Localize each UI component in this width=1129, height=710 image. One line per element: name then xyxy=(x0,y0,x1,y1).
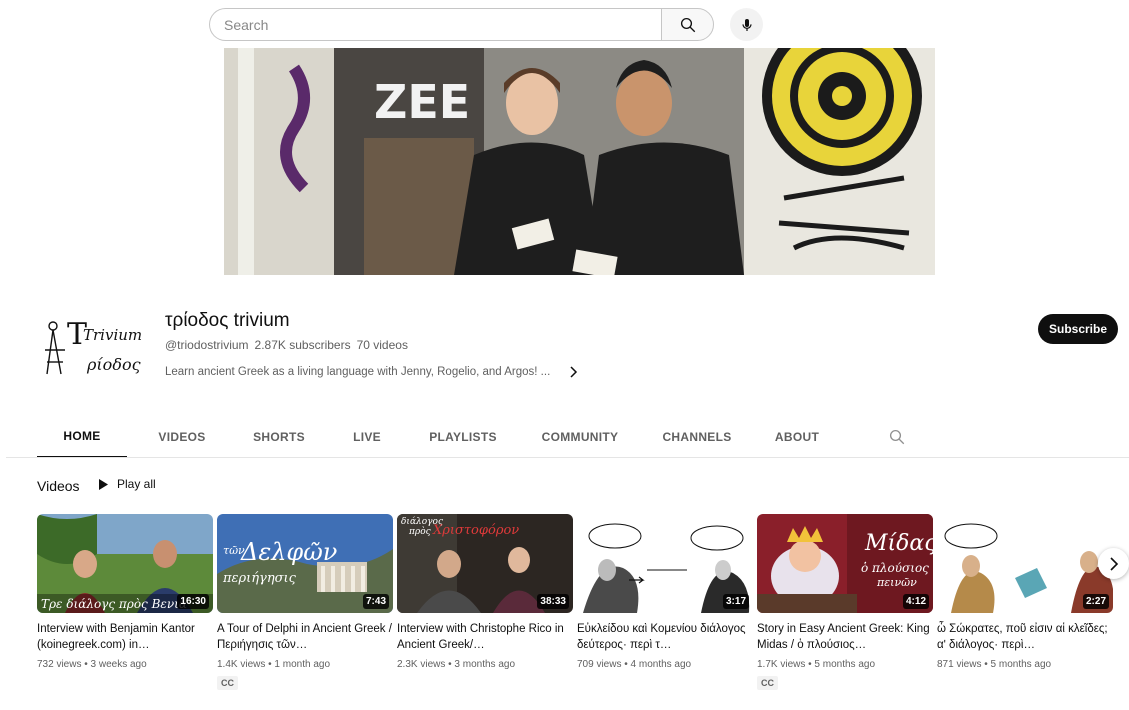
video-duration: 7:43 xyxy=(362,594,389,609)
microphone-icon xyxy=(741,18,752,31)
tabs-divider xyxy=(6,457,1129,458)
video-thumbnail[interactable]: τῶν Δελφῶν περιήγησις 7:43 xyxy=(217,514,393,613)
video-thumbnail[interactable]: 2:27 xyxy=(937,514,1113,613)
video-card[interactable]: Μίδας ὁ πλούσιος πεινῶν 4:12 Story in Ea… xyxy=(757,514,933,691)
video-count: 70 videos xyxy=(356,338,408,352)
video-thumbnail[interactable]: Τρε διάλογς πρὸς Βενια 16:30 xyxy=(37,514,213,613)
chevron-right-icon xyxy=(570,366,578,378)
video-title[interactable]: A Tour of Delphi in Ancient Greek / Περι… xyxy=(217,621,393,653)
video-title[interactable]: Story in Easy Ancient Greek: King Midas … xyxy=(757,621,933,653)
video-thumbnail-text: Χριστοφόρον xyxy=(432,523,519,538)
search-box[interactable] xyxy=(209,8,661,41)
video-duration: 4:12 xyxy=(902,594,929,609)
closed-captions-badge: CC xyxy=(217,676,238,690)
search-icon xyxy=(889,429,905,445)
search-input[interactable] xyxy=(224,16,661,33)
search-button[interactable] xyxy=(661,8,714,41)
avatar-text-top: Τrivium xyxy=(83,326,142,344)
video-thumbnail-text: Μίδας xyxy=(864,531,933,556)
tab-playlists[interactable]: PLAYLISTS xyxy=(413,416,513,458)
video-card[interactable]: τῶν Δελφῶν περιήγησις 7:43 A Tour of Del… xyxy=(217,514,393,691)
search-bar xyxy=(209,8,763,41)
channel-search-button[interactable] xyxy=(888,428,906,451)
tab-channels[interactable]: CHANNELS xyxy=(647,416,747,458)
video-meta: 2.3K views • 3 months ago xyxy=(397,659,516,670)
tab-about[interactable]: ABOUT xyxy=(759,416,835,458)
video-thumbnail-text: ὁ πλούσιος xyxy=(861,561,929,575)
subscribe-button[interactable]: Subscribe xyxy=(1038,314,1118,344)
video-title[interactable]: Interview with Christophe Rico in Ancien… xyxy=(397,621,573,653)
search-icon xyxy=(680,17,695,32)
video-card[interactable]: Τρε διάλογς πρὸς Βενια 16:30 Interview w… xyxy=(37,514,213,691)
video-duration: 38:33 xyxy=(537,594,569,609)
video-thumbnail-text: πρὸς xyxy=(408,526,432,537)
video-card[interactable]: 3:17 Εὐκλείδου καὶ Κομενίου διάλογος δεύ… xyxy=(577,514,753,691)
voice-search-button[interactable] xyxy=(730,8,763,41)
video-thumbnail-text: Δελφῶν xyxy=(240,538,337,566)
tab-videos[interactable]: VIDEOS xyxy=(135,416,229,458)
video-meta: 1.4K views • 1 month ago xyxy=(217,659,331,670)
video-thumbnail[interactable]: Μίδας ὁ πλούσιος πεινῶν 4:12 xyxy=(757,514,933,613)
tab-shorts[interactable]: SHORTS xyxy=(237,416,321,458)
closed-captions-badge: CC xyxy=(757,676,778,690)
video-shelf: Τρε διάλογς πρὸς Βενια 16:30 Interview w… xyxy=(37,514,1113,691)
subscriber-count: 2.87K subscribers xyxy=(254,338,351,352)
video-card[interactable]: διάλογος πρὸς Χριστοφόρον 38:33 Intervie… xyxy=(397,514,573,691)
video-thumbnail[interactable]: 3:17 xyxy=(577,514,753,613)
video-title[interactable]: Interview with Benjamin Kantor (koinegre… xyxy=(37,621,213,653)
channel-description-text: Learn ancient Greek as a living language… xyxy=(165,366,551,378)
video-duration: 2:27 xyxy=(1082,594,1109,609)
video-title[interactable]: ὦ Σώκρατες, ποῦ εἰσιν αἱ κλεῖδες; αʹ διά… xyxy=(937,621,1113,653)
video-card[interactable]: 2:27 ὦ Σώκρατες, ποῦ εἰσιν αἱ κλεῖδες; α… xyxy=(937,514,1113,691)
channel-banner: ZEE xyxy=(224,48,935,275)
tab-live[interactable]: LIVE xyxy=(333,416,401,458)
chevron-right-icon xyxy=(1109,556,1118,571)
video-duration: 16:30 xyxy=(177,594,209,609)
section-title: Videos xyxy=(37,478,80,494)
channel-name: τρίοδος trivium xyxy=(165,310,290,331)
play-all-button[interactable]: Play all xyxy=(97,477,156,491)
play-icon xyxy=(99,478,108,490)
video-meta: 1.7K views • 5 months ago xyxy=(757,659,876,670)
channel-meta: @triodostrivium 2.87K subscribers 70 vid… xyxy=(165,338,408,352)
video-thumbnail[interactable]: διάλογος πρὸς Χριστοφόρον 38:33 xyxy=(397,514,573,613)
channel-avatar[interactable]: Τ Τrivium ρίοδος xyxy=(37,310,145,384)
video-meta: 871 views • 5 months ago xyxy=(937,659,1052,670)
svg-text:ZEE: ZEE xyxy=(374,75,470,129)
channel-handle: @triodostrivium xyxy=(165,338,249,352)
video-thumbnail-text: Τρε διάλογς πρὸς Βενια xyxy=(41,597,187,611)
tab-home[interactable]: HOME xyxy=(37,416,127,458)
shelf-next-button[interactable] xyxy=(1098,548,1129,579)
play-all-label: Play all xyxy=(117,477,156,491)
channel-tabs: HOME VIDEOS SHORTS LIVE PLAYLISTS COMMUN… xyxy=(37,416,835,458)
tab-community[interactable]: COMMUNITY xyxy=(525,416,635,458)
video-thumbnail-text: περιήγησις xyxy=(222,571,297,586)
video-meta: 709 views • 4 months ago xyxy=(577,659,692,670)
video-title[interactable]: Εὐκλείδου καὶ Κομενίου διάλογος δεύτερος… xyxy=(577,621,753,653)
video-meta: 732 views • 3 weeks ago xyxy=(37,659,147,670)
channel-description[interactable]: Learn ancient Greek as a living language… xyxy=(165,366,578,378)
video-thumbnail-text: πεινῶν xyxy=(876,576,917,589)
avatar-text-bottom: ρίοδος xyxy=(86,355,141,374)
video-duration: 3:17 xyxy=(722,594,749,609)
